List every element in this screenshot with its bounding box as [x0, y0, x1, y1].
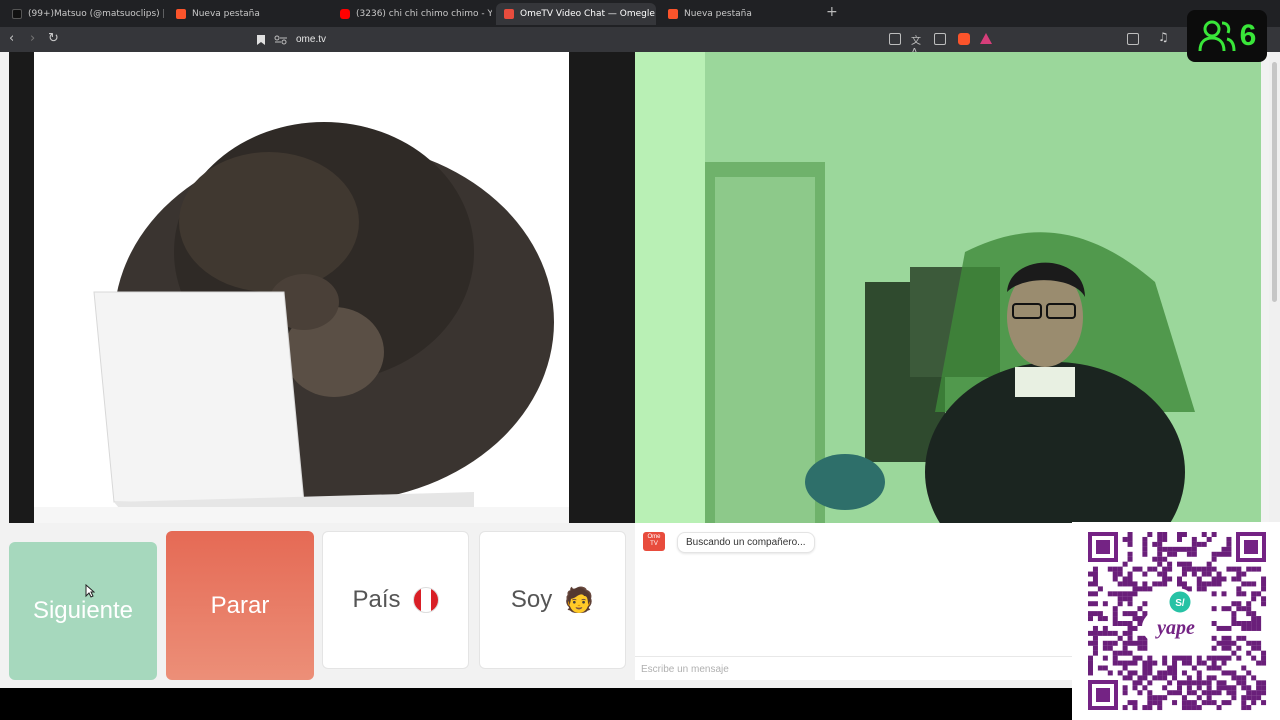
ometv-logo-icon: Ome TV	[643, 532, 665, 551]
yape-brand-text: yape	[1155, 617, 1195, 639]
yape-logo-icon: S/ yape	[1142, 588, 1210, 649]
sidebar-icon[interactable]	[1127, 33, 1139, 45]
browser-tab-bar: (99+)Matsuo (@matsuoclips) | TikTok Nuev…	[0, 0, 1280, 27]
system-message: Buscando un compañero...	[677, 532, 815, 553]
own-camera-video	[635, 52, 1261, 523]
qr-code-image: S/ yape	[1088, 532, 1267, 711]
webcam-room-image	[635, 52, 1261, 523]
brave-shields-icon[interactable]	[958, 33, 970, 45]
tab-label: Nueva pestaña	[192, 9, 260, 19]
brave-icon	[176, 9, 186, 19]
url-text[interactable]: ome.tv	[296, 34, 326, 45]
logo-text-ome: Ome	[647, 534, 661, 540]
new-tab-button[interactable]: +	[826, 4, 838, 20]
ometv-icon	[504, 9, 514, 19]
peru-flag-icon	[412, 587, 439, 613]
gender-button-label: Soy	[510, 586, 553, 613]
music-icon[interactable]: ♫	[1158, 30, 1170, 44]
browser-toolbar: ‹ › ↻ ome.tv 文A ♫	[0, 27, 1280, 58]
users-icon	[1198, 20, 1236, 52]
person-emoji-icon: 🧑	[564, 586, 595, 614]
brave-icon	[668, 9, 678, 19]
next-button-label: Siguiente	[32, 597, 134, 624]
back-icon[interactable]: ‹	[9, 31, 14, 46]
tab-label: OmeTV Video Chat — Omegle	[520, 9, 655, 19]
country-button-label: País	[352, 586, 401, 613]
scrollbar-thumb[interactable]	[1272, 62, 1277, 302]
cast-icon[interactable]	[889, 33, 901, 45]
stranger-video	[9, 52, 635, 523]
stop-button[interactable]: Parar	[166, 531, 314, 680]
svg-text:S/: S/	[1175, 598, 1185, 609]
tab-ometv[interactable]: OmeTV Video Chat — Omegle ✕	[496, 3, 656, 25]
chat-panel: Ome TV Buscando un compañero...	[635, 523, 1072, 680]
translate-icon[interactable]: 文A	[911, 32, 923, 58]
reload-icon[interactable]: ↻	[48, 31, 59, 46]
tab-label: Nueva pestaña	[684, 9, 752, 19]
next-button[interactable]: Siguiente	[9, 542, 157, 680]
gender-button[interactable]: Soy 🧑	[479, 531, 626, 669]
forward-icon[interactable]: ›	[30, 31, 35, 46]
tiktok-icon	[12, 9, 22, 19]
site-settings-icon[interactable]	[274, 35, 288, 45]
stranger-video-frame	[34, 52, 569, 523]
viewer-count: 6	[1239, 19, 1257, 52]
chat-divider	[635, 656, 1072, 657]
chimpanzee-laptop-image	[34, 52, 569, 523]
bottom-black-bar	[0, 688, 1072, 720]
bookmark-icon[interactable]	[256, 34, 266, 46]
stop-button-label: Parar	[210, 591, 270, 619]
share-icon[interactable]	[934, 33, 946, 45]
youtube-icon	[340, 9, 350, 19]
tab-youtube[interactable]: (3236) chi chi chimo chimo - YouTube	[332, 3, 492, 25]
mouse-cursor-icon	[85, 584, 95, 598]
viewer-count-badge: 6	[1187, 10, 1267, 62]
logo-text-tv: TV	[650, 541, 658, 547]
country-button[interactable]: País	[322, 531, 469, 669]
tab-new-2[interactable]: Nueva pestaña	[660, 3, 820, 25]
screen: (99+)Matsuo (@matsuoclips) | TikTok Nuev…	[0, 0, 1280, 720]
tab-new-1[interactable]: Nueva pestaña	[168, 3, 328, 25]
yape-qr-overlay: S/ yape	[1072, 522, 1280, 720]
brave-rewards-icon[interactable]	[980, 33, 992, 44]
tab-tiktok[interactable]: (99+)Matsuo (@matsuoclips) | TikTok	[4, 3, 164, 25]
tab-label: (3236) chi chi chimo chimo - YouTube	[356, 9, 492, 19]
tab-label: (99+)Matsuo (@matsuoclips) | TikTok	[28, 9, 164, 19]
message-input[interactable]	[641, 661, 1061, 677]
